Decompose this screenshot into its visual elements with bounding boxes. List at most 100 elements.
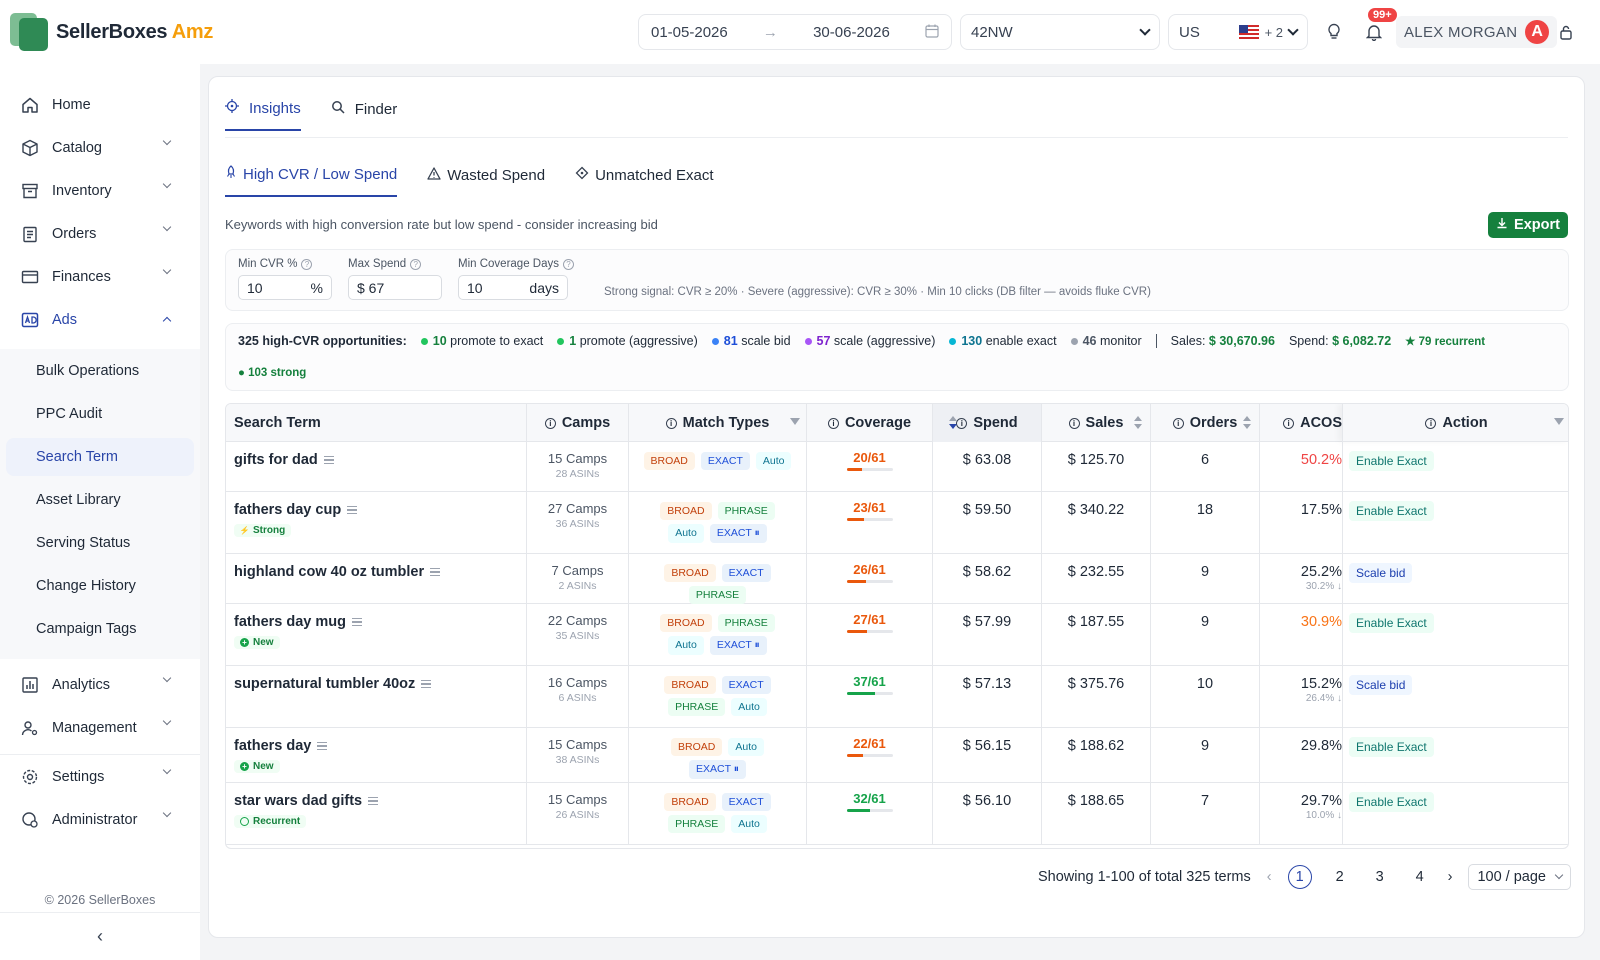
column-orders[interactable]: i Orders	[1151, 404, 1260, 442]
collapse-sidebar-button[interactable]: ‹	[0, 912, 200, 960]
details-icon[interactable]	[323, 456, 334, 465]
tab-wasted-spend[interactable]: Wasted Spend	[427, 165, 545, 197]
details-icon[interactable]	[347, 506, 358, 515]
sidebar-item-orders[interactable]: Orders	[8, 214, 194, 254]
camps-cell[interactable]: 15 Camps 26 ASINs	[527, 783, 629, 844]
sort-icon[interactable]	[1243, 416, 1251, 430]
camps-cell[interactable]: 15 Camps 38 ASINs	[527, 728, 629, 782]
details-icon[interactable]	[352, 618, 362, 627]
page-4[interactable]: 4	[1408, 865, 1432, 889]
sales-value: $ 188.65	[1067, 793, 1125, 809]
chevron-right-icon[interactable]: ›	[1448, 869, 1453, 885]
camps-cell[interactable]: 16 Camps 6 ASINs	[527, 666, 629, 727]
sidebar-item-analytics[interactable]: Analytics	[8, 665, 194, 705]
tab-unmatched-exact[interactable]: Unmatched Exact	[575, 165, 713, 197]
sidebar-item-management[interactable]: Management	[8, 708, 194, 748]
camps-cell[interactable]: 15 Camps 28 ASINs	[527, 442, 629, 491]
column-search-term[interactable]: Search Term	[226, 404, 527, 442]
sidebar-item-home[interactable]: Home	[8, 85, 194, 125]
match-type-pill: PHRASE	[717, 614, 775, 632]
enable-exact-button[interactable]: Enable Exact	[1349, 737, 1434, 757]
chevron-left-icon[interactable]: ‹	[1267, 869, 1272, 885]
sidebar-item-inventory[interactable]: Inventory	[8, 171, 194, 211]
enable-exact-button[interactable]: Enable Exact	[1349, 501, 1434, 521]
lock-icon[interactable]	[1554, 20, 1578, 44]
user-menu[interactable]: ALEX MORGAN A	[1396, 16, 1558, 48]
coverage-bar-fill	[846, 580, 867, 583]
details-icon[interactable]	[368, 797, 379, 806]
tab-insights[interactable]: Insights	[225, 99, 301, 131]
min-cvr-input[interactable]: 10%	[238, 275, 332, 300]
tab-high-cvr-low-spend[interactable]: High CVR / Low Spend	[225, 165, 398, 197]
filter-icon[interactable]	[1554, 418, 1564, 425]
submenu-campaign-tags[interactable]: Campaign Tags	[6, 610, 194, 648]
scale-bid-button[interactable]: Scale bid	[1349, 675, 1413, 695]
sort-icon[interactable]	[1134, 416, 1142, 430]
summary-category[interactable]: 81 scale bid	[711, 334, 791, 348]
column-acos[interactable]: i ACOS	[1260, 404, 1342, 442]
help-icon[interactable]: ?	[410, 258, 422, 270]
submenu-bulk-operations[interactable]: Bulk Operations	[6, 352, 194, 390]
camps-cell[interactable]: 27 Camps 36 ASINs	[527, 492, 629, 553]
page-3[interactable]: 3	[1368, 865, 1392, 889]
details-icon[interactable]	[430, 568, 441, 577]
submenu-asset-library[interactable]: Asset Library	[6, 481, 194, 519]
export-button[interactable]: Export	[1488, 212, 1568, 238]
date-from[interactable]: 01-05-2026	[651, 24, 728, 41]
max-spend-input[interactable]: $ 67	[348, 275, 442, 300]
sidebar-item-finances[interactable]: Finances	[8, 257, 194, 297]
summary-category[interactable]: 10 promote to exact	[420, 334, 543, 348]
enable-exact-button[interactable]: Enable Exact	[1349, 792, 1434, 812]
details-icon[interactable]	[317, 742, 328, 751]
column-coverage[interactable]: i Coverage	[807, 404, 933, 442]
term-tag: ⚡ Strong	[234, 524, 292, 537]
scale-bid-button[interactable]: Scale bid	[1349, 563, 1413, 583]
tab-finder[interactable]: Finder	[331, 99, 397, 131]
column-match-types[interactable]: i Match Types	[629, 404, 807, 442]
marketplace-select[interactable]: US + 2	[1168, 14, 1308, 50]
card-icon	[20, 267, 40, 287]
store-select[interactable]: 42NW	[960, 14, 1160, 50]
sales-value: $ 232.55	[1067, 564, 1125, 580]
app-logo[interactable]: SellerBoxes Amz	[10, 13, 240, 51]
column-action[interactable]: i Action	[1342, 404, 1568, 442]
submenu-ppc-audit[interactable]: PPC Audit	[6, 395, 194, 433]
bell-icon[interactable]	[1362, 20, 1386, 44]
page-1[interactable]: 1	[1287, 865, 1312, 889]
summary-category[interactable]: 1 promote (aggressive)	[557, 334, 698, 348]
summary-category[interactable]: 130 enable exact	[949, 334, 1057, 348]
filter-icon[interactable]	[790, 418, 800, 425]
summary-category[interactable]: 46 monitor	[1070, 334, 1142, 348]
search-term-text[interactable]: supernatural tumbler 40oz	[234, 676, 415, 692]
submenu-serving-status[interactable]: Serving Status	[6, 524, 194, 562]
sort-icon[interactable]	[949, 416, 957, 430]
details-icon[interactable]	[421, 680, 432, 689]
summary-category[interactable]: 57 scale (aggressive)	[804, 334, 935, 348]
enable-exact-button[interactable]: Enable Exact	[1349, 451, 1434, 471]
column-spend[interactable]: i Spend	[933, 404, 1042, 442]
min-coverage-input[interactable]: 10 days	[458, 275, 568, 300]
help-icon[interactable]: ?	[301, 258, 313, 270]
date-range-picker[interactable]: 01-05-2026 → 30-06-2026	[638, 14, 952, 50]
date-to[interactable]: 30-06-2026	[813, 24, 890, 41]
search-term-text[interactable]: highland cow 40 oz tumbler	[234, 564, 424, 580]
sidebar-item-settings[interactable]: Settings	[8, 757, 194, 797]
camps-cell[interactable]: 7 Camps 2 ASINs	[527, 554, 629, 603]
help-icon[interactable]: ?	[562, 258, 574, 270]
summary-strong[interactable]: ● 103 strong	[238, 367, 306, 379]
camps-cell[interactable]: 22 Camps 35 ASINs	[527, 604, 629, 665]
summary-recurrent[interactable]: ★ 79 recurrent	[1405, 334, 1485, 348]
column-camps[interactable]: i Camps	[527, 404, 629, 442]
search-term-text[interactable]: gifts for dad	[234, 452, 318, 468]
submenu-search-term[interactable]: Search Term	[6, 438, 194, 476]
column-sales[interactable]: i Sales	[1042, 404, 1151, 442]
sidebar-item-administrator[interactable]: Administrator	[8, 800, 194, 840]
submenu-change-history[interactable]: Change History	[6, 567, 194, 605]
sidebar-item-ads[interactable]: Ads	[8, 300, 194, 340]
page-size-select[interactable]: 100 / page	[1468, 864, 1571, 890]
sidebar-item-catalog[interactable]: Catalog	[8, 128, 194, 168]
lightbulb-icon[interactable]	[1322, 20, 1346, 44]
match-type-pill: BROAD	[664, 676, 716, 694]
enable-exact-button[interactable]: Enable Exact	[1349, 613, 1434, 633]
page-2[interactable]: 2	[1328, 865, 1352, 889]
